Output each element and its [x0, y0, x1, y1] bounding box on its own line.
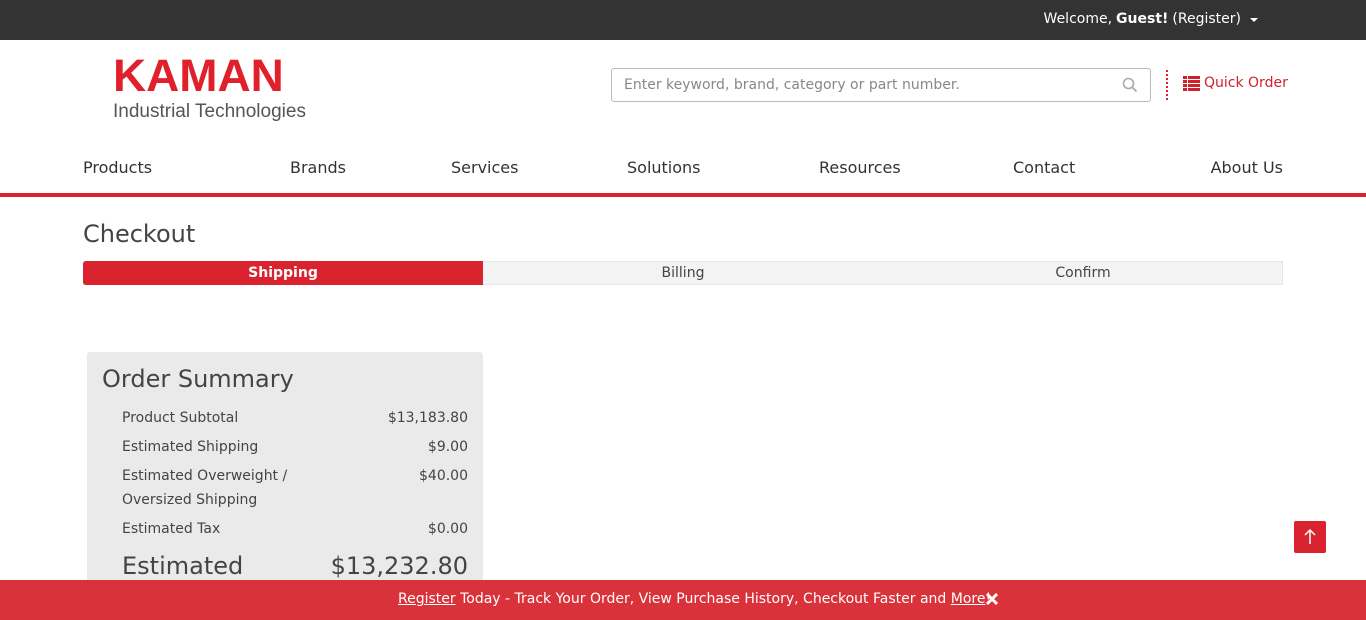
banner-message: Today - Track Your Order, View Purchase …	[455, 591, 951, 607]
summary-row-value: $40.00	[419, 468, 468, 484]
summary-row-value: $13,183.80	[387, 410, 468, 426]
logo[interactable]: KAMAN Industrial Technologies	[113, 53, 306, 123]
summary-row-label: Estimated Tax	[122, 521, 221, 537]
nav-resources[interactable]: Resources	[819, 158, 901, 177]
search-icon[interactable]	[1122, 77, 1138, 93]
caret-down-icon	[1250, 18, 1258, 22]
nav-products[interactable]: Products	[83, 158, 152, 177]
step-confirm[interactable]: Confirm	[883, 261, 1283, 285]
checkout-steps: Shipping Billing Confirm	[83, 261, 1283, 285]
search-input[interactable]	[612, 69, 1102, 101]
step-billing[interactable]: Billing	[483, 261, 883, 285]
register-link[interactable]: (Register)	[1172, 11, 1241, 27]
summary-row-value: $9.00	[427, 439, 468, 455]
nav-solutions[interactable]: Solutions	[627, 158, 701, 177]
logo-wordmark: KAMAN	[113, 50, 284, 101]
register-banner: Register Today - Track Your Order, View …	[0, 580, 1366, 620]
top-bar: Welcome, Guest! (Register)	[0, 0, 1366, 40]
search-box	[611, 68, 1151, 102]
arrow-up-icon	[1304, 528, 1316, 544]
logo-tagline: Industrial Technologies	[113, 101, 306, 122]
step-shipping[interactable]: Shipping	[83, 261, 483, 285]
summary-total-value: $13,232.80	[330, 552, 468, 580]
nav-about-us[interactable]: About Us	[1211, 158, 1283, 177]
banner-register-link[interactable]: Register	[398, 591, 456, 607]
summary-total-label: Estimated	[122, 552, 244, 580]
summary-row-label: Estimated Overweight / Oversized Shippin…	[122, 468, 288, 508]
page-title: Checkout	[83, 220, 196, 248]
welcome-prefix: Welcome,	[1043, 11, 1113, 27]
summary-row-value: $0.00	[427, 521, 468, 537]
close-icon[interactable]	[985, 592, 999, 606]
quick-order-link[interactable]: Quick Order	[1183, 75, 1288, 91]
nav-underline	[0, 193, 1366, 197]
order-summary-title: Order Summary	[102, 365, 294, 393]
nav-brands[interactable]: Brands	[290, 158, 346, 177]
welcome-user: Guest!	[1116, 11, 1169, 27]
scroll-top-button[interactable]	[1294, 521, 1326, 553]
list-icon	[1183, 75, 1200, 91]
welcome-menu[interactable]: Welcome, Guest! (Register)	[1044, 11, 1258, 27]
nav-contact[interactable]: Contact	[1013, 158, 1075, 177]
summary-row-label: Estimated Shipping	[122, 439, 259, 455]
nav-services[interactable]: Services	[451, 158, 518, 177]
banner-text: Register Today - Track Your Order, View …	[398, 591, 991, 607]
banner-more-link[interactable]: More	[951, 591, 986, 607]
main-nav: Products Brands Services Solutions Resou…	[83, 158, 1283, 180]
summary-row-label: Product Subtotal	[122, 410, 239, 426]
quick-order-label: Quick Order	[1204, 75, 1288, 91]
header-divider	[1166, 70, 1168, 100]
